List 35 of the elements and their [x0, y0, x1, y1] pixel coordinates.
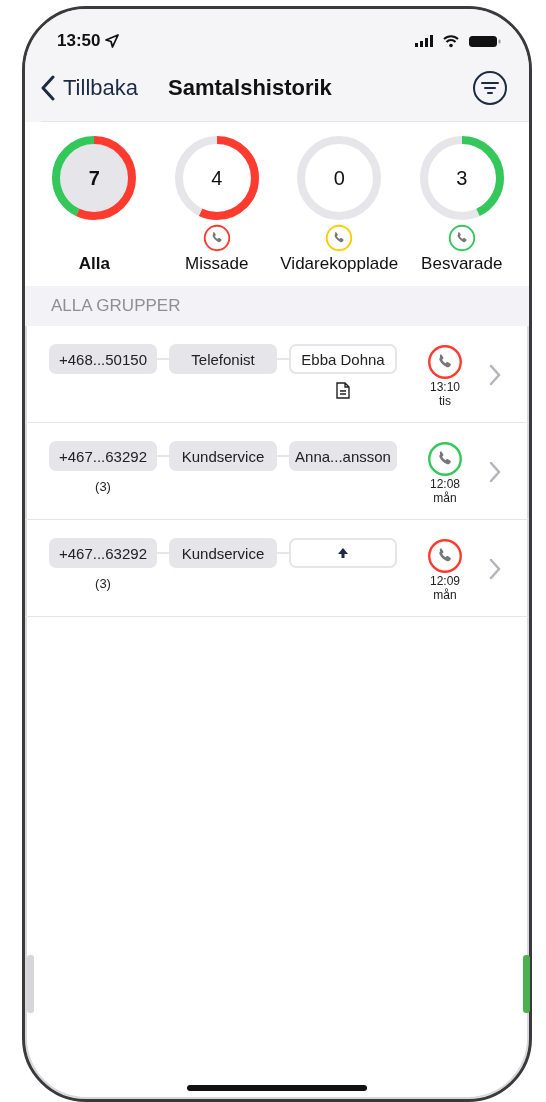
stat-filter[interactable]: 7 Alla	[33, 134, 156, 274]
call-row[interactable]: +467...63292 (3) Kundservice Anna...ansson 12:08 mån	[25, 423, 529, 520]
number-tag: +467...63292	[49, 441, 157, 471]
section-header: ALLA GRUPPER	[25, 286, 529, 326]
stat-filter[interactable]: 4 Missade	[155, 134, 278, 274]
call-day: tis	[439, 394, 451, 408]
stat-label: Alla	[78, 254, 110, 274]
group-tag: Telefonist	[169, 344, 277, 374]
count: 3	[456, 166, 468, 190]
stat-filter[interactable]: 3 Besvarade	[400, 134, 523, 274]
call-row[interactable]: +468...50150 Telefonist Ebba Dohna 13:10 tis	[25, 326, 529, 423]
call-time: 12:08	[430, 477, 460, 491]
call-time: 13:10	[430, 380, 460, 394]
agent-tag: Ebba Dohna	[289, 344, 397, 374]
count: 7	[88, 166, 100, 190]
group-tag: Kundservice	[169, 441, 277, 471]
stat-filter[interactable]: 0 Vidarekopplade	[278, 134, 401, 274]
stat-label: Missade	[185, 254, 249, 274]
agent-tag: Anna...ansson	[289, 441, 397, 471]
call-count: (3)	[95, 576, 111, 591]
call-time: 12:09	[430, 574, 460, 588]
call-day: mån	[433, 588, 457, 602]
group-tag: Kundservice	[169, 538, 277, 568]
count: 0	[333, 166, 345, 190]
clock: 13:50	[57, 31, 120, 51]
back-button[interactable]: Tillbaka	[41, 75, 138, 101]
call-row[interactable]: +467...63292 (3) Kundservice 12:09 mån	[25, 520, 529, 617]
call-count: (3)	[95, 479, 111, 494]
call-day: mån	[433, 491, 457, 505]
number-tag: +468...50150	[49, 344, 157, 374]
number-tag: +467...63292	[49, 538, 157, 568]
count: 4	[211, 166, 223, 190]
page-title: Samtalshistorik	[168, 75, 333, 101]
stat-label: Vidarekopplade	[280, 254, 399, 274]
stat-label: Besvarade	[421, 254, 503, 274]
